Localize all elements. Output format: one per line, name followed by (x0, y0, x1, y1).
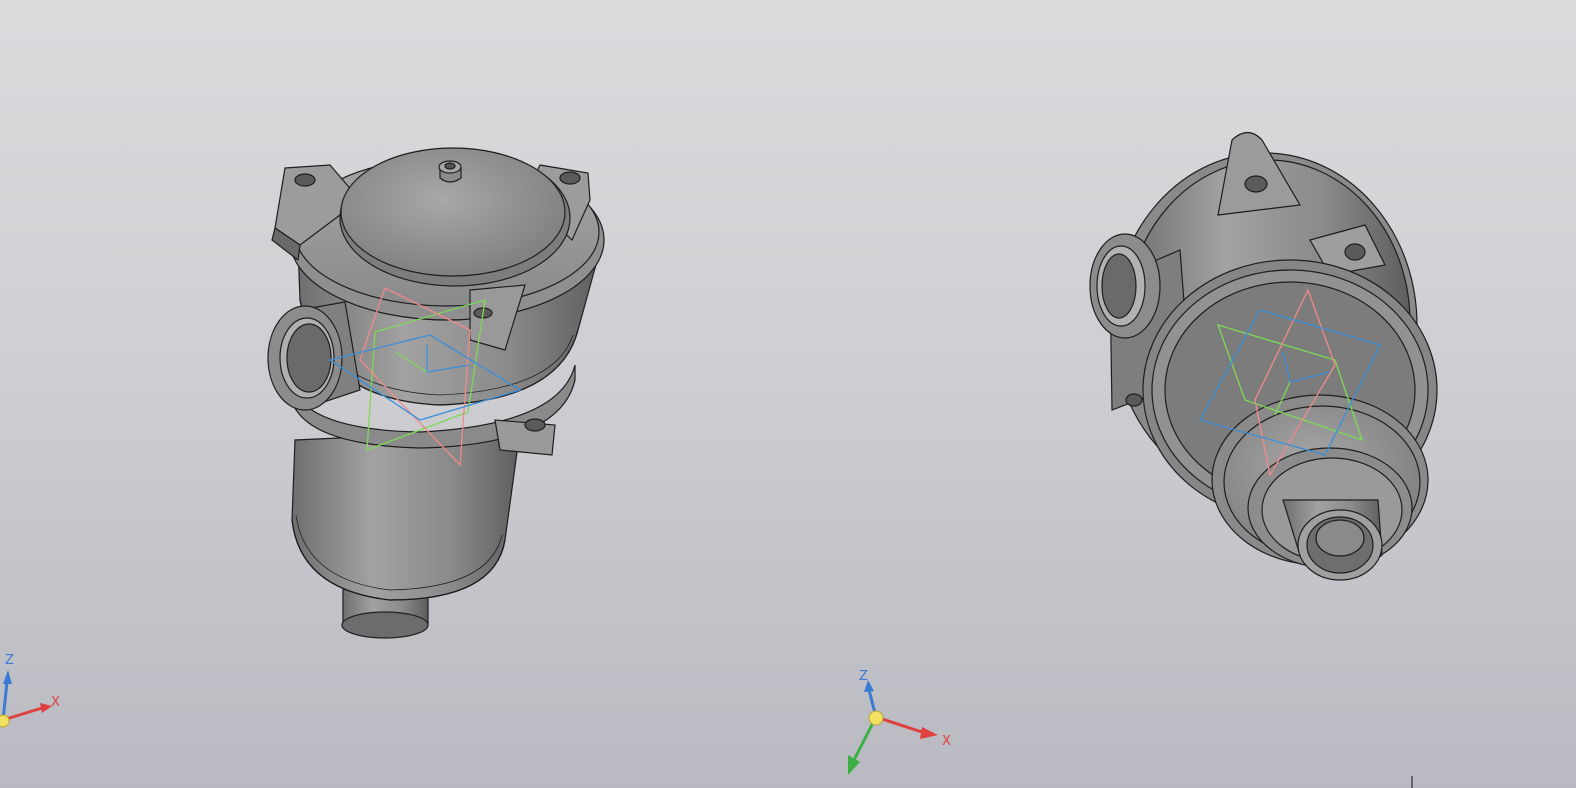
axis-triad-left: X Z (0, 653, 60, 728)
scene-svg[interactable]: X Z X Z (0, 0, 1576, 788)
axis-triad-center: X Z (848, 669, 951, 775)
x-axis-label: X (51, 695, 60, 710)
z-axis-label: Z (5, 653, 14, 668)
x-axis-label: X (942, 734, 951, 749)
model-right[interactable] (1089, 131, 1438, 581)
3d-viewport[interactable]: X Z X Z (0, 0, 1576, 788)
z-axis-label: Z (859, 669, 868, 684)
model-left[interactable] (267, 147, 605, 639)
